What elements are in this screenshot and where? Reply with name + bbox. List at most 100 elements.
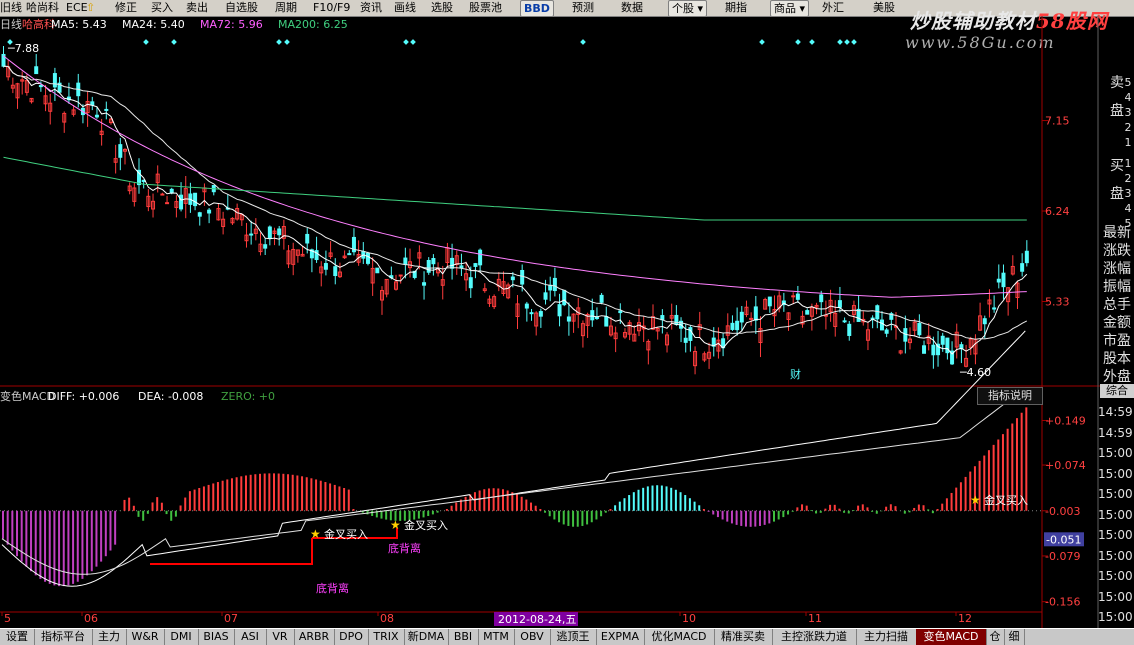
side-label-12: 外盘 (1103, 369, 1131, 385)
toolbar-button-1[interactable]: 哈尚科 (26, 0, 59, 15)
signal-diamond-8 (759, 39, 765, 45)
stock-chart[interactable]: 日线 哈高科MA5: 5.43 MA24: 5.40 MA72: 5.96 MA200:… (0, 16, 1134, 628)
tab-18[interactable]: 精准买卖 (714, 629, 773, 645)
candle-body-74 (347, 253, 352, 256)
candle-body-69 (323, 263, 328, 270)
time-label-0: 14:59 (1098, 405, 1133, 419)
tab-10[interactable]: TRIX (368, 629, 405, 645)
tab-17[interactable]: 优化MACD (644, 629, 715, 645)
tab-3[interactable]: W&R (126, 629, 165, 645)
toolbar-button-8[interactable]: 周期 (275, 0, 297, 15)
tab-11[interactable]: 新DMA (404, 629, 449, 645)
toolbar-button-12[interactable]: 选股 (431, 0, 453, 15)
indicator-tab-bar: 设置 指标平台 主力 W&R DMI BIAS ASI VR ARBR DPO TRIX 新DMA BB… (0, 628, 1134, 645)
side-number-3: 2 (1124, 121, 1132, 134)
toolbar-button-2[interactable]: ECE (66, 0, 88, 15)
tab-14[interactable]: OBV (514, 629, 551, 645)
tab-23[interactable]: 细 (1004, 629, 1025, 645)
tab-7[interactable]: VR (266, 629, 295, 645)
candle-body-112 (524, 303, 529, 309)
signal-diamond-5 (403, 39, 409, 45)
tab-9[interactable]: DPO (334, 629, 369, 645)
candle-body-218 (1020, 263, 1025, 272)
toolbar-button-15[interactable]: 预测 (572, 0, 594, 15)
toolbar-button-7[interactable]: 自选股 (225, 0, 258, 15)
up-arrow-icon[interactable]: ⇧ (86, 0, 95, 15)
candle-body-109 (510, 276, 515, 281)
time-label-9: 15:00 (1098, 589, 1133, 604)
time-label-7: 15:00 (1098, 548, 1133, 563)
candle-body-44 (207, 209, 212, 214)
tab-1[interactable]: 指标平台 (34, 629, 93, 645)
month-label-2: 07 (224, 612, 238, 625)
tab-22[interactable]: 仓 (986, 629, 1005, 645)
ma200-line (3, 156, 1027, 221)
candle-body-157 (735, 320, 740, 331)
candle-body-158 (739, 311, 744, 323)
price-label-1: 6.24 (1045, 205, 1070, 218)
annotation-0: 金叉买入 (324, 527, 368, 541)
tab-19[interactable]: 主控涨跌力道 (772, 629, 857, 645)
tab-20[interactable]: 主力扫描 (856, 629, 917, 645)
toolbar-button-4[interactable]: 修正 (115, 0, 137, 15)
candle-body-219 (1024, 250, 1029, 264)
macd-legend-0: 变色MACD (0, 389, 55, 403)
candle-body-181 (847, 323, 852, 336)
candle-body-210 (982, 318, 987, 325)
toolbar-button-0[interactable]: 旧线 (0, 0, 22, 15)
tab-0[interactable]: 设置 (0, 629, 35, 645)
signal-diamond-12 (844, 39, 850, 45)
candle-body-98 (459, 265, 464, 269)
candle-body-129 (604, 316, 609, 327)
toolbar-button-6[interactable]: 卖出 (186, 0, 208, 15)
ma-legend-2: MA5: 5.43 (51, 18, 107, 31)
candle-body-53 (249, 233, 254, 236)
toolbar-button-13[interactable]: 股票池 (469, 0, 502, 15)
macd-diff-line (1, 330, 1026, 587)
time-label-4: 15:00 (1098, 487, 1133, 501)
candle-body-7 (34, 66, 39, 75)
macd-label-3: -0.079 (1045, 550, 1080, 563)
tab-6[interactable]: ASI (234, 629, 267, 645)
toolbar-button-19[interactable]: 商品 ▾ (770, 0, 810, 17)
candle-body-19 (90, 101, 95, 106)
candle-body-80 (375, 267, 380, 274)
ma72-line (3, 55, 1027, 298)
indicator-help-button[interactable]: 指标说明 (977, 387, 1043, 405)
tab-21[interactable]: 变色MACD (916, 629, 987, 645)
toolbar-button-21[interactable]: 美股 (873, 0, 895, 15)
macd-label-2: -0.003 (1045, 505, 1080, 518)
candle-body-172 (805, 310, 810, 315)
tab-5[interactable]: BIAS (198, 629, 235, 645)
candle-body-35 (165, 202, 170, 205)
tab-8[interactable]: ARBR (294, 629, 335, 645)
tab-4[interactable]: DMI (164, 629, 199, 645)
candle-body-100 (468, 277, 473, 289)
toolbar-button-9[interactable]: F10/F9 (313, 0, 350, 15)
signal-diamond-10 (809, 39, 815, 45)
candle-body-214 (1001, 272, 1006, 288)
macd-legend-3: ZERO: +0 (221, 390, 275, 403)
toolbar-button-18[interactable]: 期指 (725, 0, 747, 15)
tab-16[interactable]: EXPMA (596, 629, 645, 645)
tab-15[interactable]: 逃顶王 (550, 629, 597, 645)
candle-body-57 (267, 226, 272, 239)
tab-13[interactable]: MTM (478, 629, 515, 645)
candle-body-22 (104, 108, 109, 111)
candle-body-196 (917, 322, 922, 336)
candle-body-115 (538, 311, 543, 317)
toolbar-button-5[interactable]: 买入 (151, 0, 173, 15)
toolbar-button-10[interactable]: 资讯 (360, 0, 382, 15)
toolbar-button-14[interactable]: BBD (520, 0, 554, 17)
tab-2[interactable]: 主力 (92, 629, 127, 645)
tab-12[interactable]: BBI (448, 629, 479, 645)
side-label-7: 振幅 (1103, 279, 1131, 295)
side-tab-summary[interactable]: 综合 (1100, 384, 1134, 398)
toolbar-button-16[interactable]: 数据 (621, 0, 643, 15)
toolbar-button-17[interactable]: 个股 ▾ (668, 0, 708, 17)
gold-star-icon-2: ★ (970, 493, 981, 507)
toolbar-button-20[interactable]: 外汇 (822, 0, 844, 15)
candle-body-42 (197, 212, 202, 217)
toolbar-button-11[interactable]: 画线 (394, 0, 416, 15)
candle-body-128 (599, 294, 604, 303)
